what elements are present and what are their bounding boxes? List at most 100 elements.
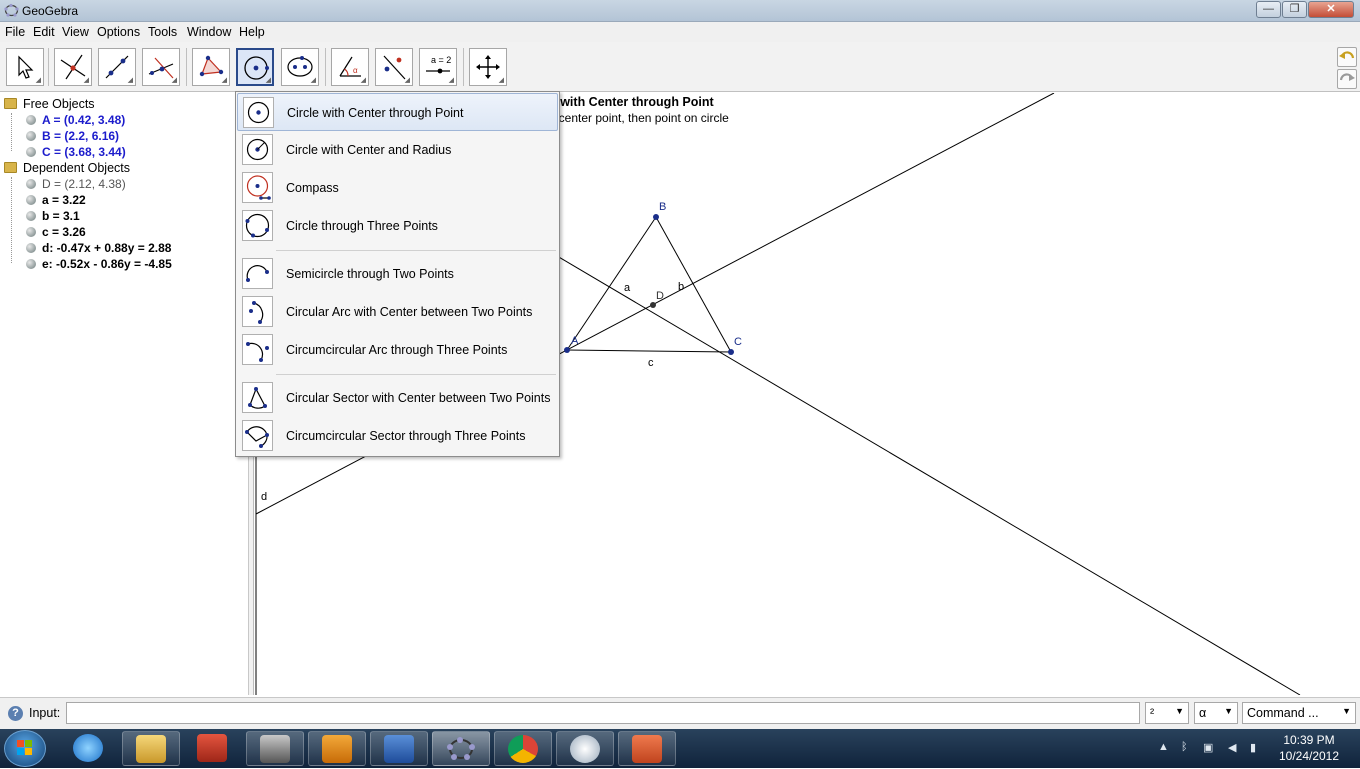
point-B[interactable]	[653, 214, 659, 220]
visibility-toggle-icon[interactable]	[26, 115, 36, 125]
dropdown-item-circumcircular-sector[interactable]: Circumcircular Sector through Three Poin…	[237, 417, 558, 455]
dropdown-item-semicircle[interactable]: Semicircle through Two Points	[237, 255, 558, 293]
algebra-item-A[interactable]: A = (0.42, 3.48)	[26, 113, 125, 127]
menu-edit[interactable]: Edit	[33, 25, 55, 39]
volume-icon[interactable]: ◀	[1228, 741, 1236, 754]
taskbar-clock[interactable]: 10:39 PM 10/24/2012	[1276, 732, 1342, 764]
bluetooth-icon[interactable]: ᛒ	[1181, 741, 1188, 753]
taskbar-winamp[interactable]	[308, 731, 366, 766]
algebra-item-d[interactable]: d: -0.47x + 0.88y = 2.88	[26, 241, 171, 255]
conic-tool-button[interactable]: ◢	[281, 48, 319, 86]
line-tool-button[interactable]: ◢	[98, 48, 136, 86]
taskbar-video-app[interactable]	[246, 731, 304, 766]
input-help-icon[interactable]: ?	[8, 706, 23, 721]
chevron-down-icon: ▼	[1342, 706, 1351, 716]
minimize-button[interactable]: —	[1256, 1, 1281, 18]
window-title: GeoGebra	[22, 4, 79, 18]
move-tool-button[interactable]: ◢	[6, 48, 44, 86]
circular-sector-icon	[248, 387, 267, 409]
algebra-item-B[interactable]: B = (2.2, 6.16)	[26, 129, 119, 143]
dependent-objects-category[interactable]: Dependent Objects	[4, 161, 130, 175]
chevron-down-icon: ▼	[1224, 706, 1233, 716]
dropdown-item-circular-sector[interactable]: Circular Sector with Center between Two …	[237, 379, 558, 417]
command-combo[interactable]: Command ... ▼	[1242, 702, 1356, 724]
dropdown-item-circle-center-radius[interactable]: Circle with Center and Radius	[237, 131, 558, 169]
visibility-toggle-icon[interactable]	[26, 179, 36, 189]
redo-button[interactable]	[1337, 69, 1357, 89]
point-tool-button[interactable]: ◢	[54, 48, 92, 86]
greek-letter-combo[interactable]: α ▼	[1194, 702, 1238, 724]
taskbar-chrome[interactable]	[494, 731, 552, 766]
lightning-icon	[322, 735, 352, 763]
powerpoint-icon	[632, 735, 662, 763]
geogebra-logo-icon	[4, 3, 19, 17]
menu-options[interactable]: Options	[97, 25, 140, 39]
taskbar-explorer[interactable]	[122, 731, 180, 766]
algebra-item-b[interactable]: b = 3.1	[26, 209, 80, 223]
taskbar-book-app[interactable]	[184, 731, 242, 766]
menu-window[interactable]: Window	[187, 25, 231, 39]
polygon-tool-button[interactable]: ◢	[192, 48, 230, 86]
visibility-toggle-icon[interactable]	[26, 131, 36, 141]
power-icon[interactable]: ▮	[1250, 741, 1256, 754]
film-icon	[260, 735, 290, 763]
visibility-toggle-icon[interactable]	[26, 227, 36, 237]
clock-date: 10/24/2012	[1278, 749, 1340, 763]
circumcircular-arc-icon	[246, 342, 269, 362]
dropdown-item-circle-center-point[interactable]: Circle with Center through Point	[237, 93, 558, 131]
visibility-toggle-icon[interactable]	[26, 147, 36, 157]
algebra-item-C[interactable]: C = (3.68, 3.44)	[26, 145, 126, 159]
algebra-view: Free Objects A = (0.42, 3.48) B = (2.2, …	[0, 93, 249, 695]
start-button[interactable]	[4, 730, 46, 767]
visibility-toggle-icon[interactable]	[26, 259, 36, 269]
segment-c[interactable]	[566, 349, 732, 353]
visibility-toggle-icon[interactable]	[26, 195, 36, 205]
point-A[interactable]	[564, 347, 570, 353]
undo-button[interactable]	[1337, 47, 1357, 67]
semicircle-icon	[246, 265, 269, 282]
visibility-toggle-icon[interactable]	[26, 243, 36, 253]
close-button[interactable]: ✕	[1308, 1, 1354, 18]
slider-tool-button[interactable]: a = 2 ◢	[419, 48, 457, 86]
dropdown-item-compass[interactable]: Compass	[237, 169, 558, 207]
taskbar-internet-explorer[interactable]	[60, 731, 118, 766]
input-field[interactable]	[66, 702, 1140, 724]
point-D[interactable]	[650, 302, 656, 308]
compass-icon	[246, 175, 271, 200]
move-graphics-tool-button[interactable]: ◢	[469, 48, 507, 86]
superscript-combo[interactable]: ² ▼	[1145, 702, 1189, 724]
menu-file[interactable]: File	[5, 25, 25, 39]
menu-tools[interactable]: Tools	[148, 25, 177, 39]
segment-b[interactable]	[655, 216, 732, 353]
visibility-toggle-icon[interactable]	[26, 211, 36, 221]
menu-view[interactable]: View	[62, 25, 89, 39]
algebra-item-a[interactable]: a = 3.22	[26, 193, 86, 207]
segment-a[interactable]	[566, 216, 657, 351]
point-C[interactable]	[728, 349, 734, 355]
taskbar-geogebra[interactable]	[432, 731, 490, 766]
dropdown-item-circular-arc[interactable]: Circular Arc with Center between Two Poi…	[237, 293, 558, 331]
network-icon[interactable]: ▣	[1203, 741, 1213, 754]
undo-icon	[1339, 51, 1355, 59]
taskbar-paint[interactable]	[556, 731, 614, 766]
maximize-button[interactable]: ❐	[1282, 1, 1307, 18]
menu-help[interactable]: Help	[239, 25, 265, 39]
angle-tool-button[interactable]: α ◢	[331, 48, 369, 86]
dropdown-item-circle-three-points[interactable]: Circle through Three Points	[237, 207, 558, 245]
algebra-item-D[interactable]: D = (2.12, 4.38)	[26, 177, 126, 191]
title-bar: GeoGebra — ❐ ✕	[0, 0, 1360, 22]
reflect-tool-button[interactable]: ◢	[375, 48, 413, 86]
dropdown-item-circumcircular-arc[interactable]: Circumcircular Arc through Three Points	[237, 331, 558, 369]
taskbar-powerpoint[interactable]	[618, 731, 676, 766]
algebra-item-e[interactable]: e: -0.52x - 0.86y = -4.85	[26, 257, 172, 271]
svg-text:α: α	[353, 66, 358, 75]
algebra-item-c[interactable]: c = 3.26	[26, 225, 86, 239]
taskbar-word[interactable]	[370, 731, 428, 766]
taskbar: ▲ ᛒ ▣ ◀ ▮ 10:39 PM 10/24/2012	[0, 729, 1360, 768]
free-objects-category[interactable]: Free Objects	[4, 97, 95, 111]
circle-tool-button[interactable]: ◢	[236, 48, 274, 86]
input-bar: ? Input: ² ▼ α ▼ Command ... ▼	[0, 697, 1360, 729]
perpendicular-tool-button[interactable]: ◢	[142, 48, 180, 86]
folder-icon	[4, 98, 17, 109]
show-hidden-icons-icon[interactable]: ▲	[1158, 741, 1169, 753]
